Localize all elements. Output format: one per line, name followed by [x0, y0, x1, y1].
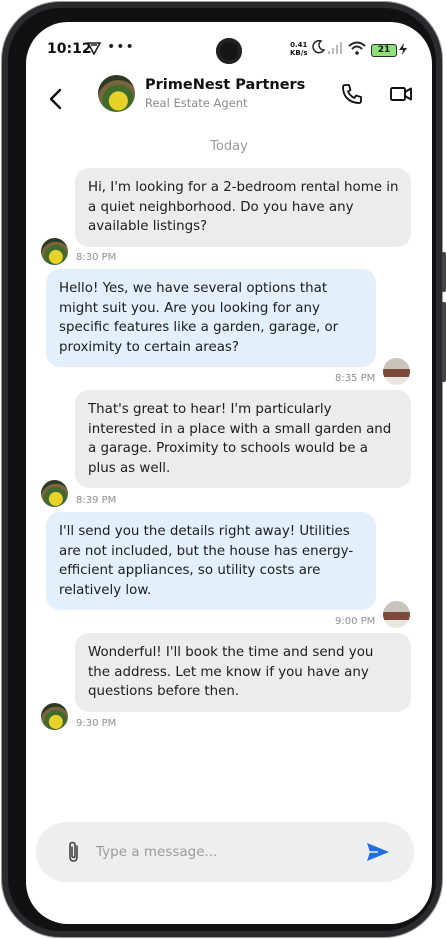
- phone-bezel: 10:12 ••• 0.41 KB/s 21 PrimeNest Partner…: [8, 8, 436, 931]
- contact-role: Real Estate Agent: [145, 96, 248, 110]
- message-time: 8:30 PM: [76, 252, 117, 263]
- network-speed-value: 0.41: [290, 41, 308, 49]
- message-time: 9:00 PM: [335, 616, 376, 627]
- message-bubble-sent[interactable]: That's great to hear! I'm particularly i…: [75, 390, 411, 489]
- message-time: 8:35 PM: [335, 373, 376, 384]
- charging-icon: [399, 43, 407, 58]
- message-avatar: [383, 601, 410, 628]
- contact-name[interactable]: PrimeNest Partners: [145, 77, 305, 93]
- message-bubble-sent[interactable]: Wonderful! I'll book the time and send y…: [75, 633, 411, 712]
- network-speed-unit: KB/s: [290, 49, 308, 57]
- message-avatar: [41, 238, 68, 265]
- phone-frame: 10:12 ••• 0.41 KB/s 21 PrimeNest Partner…: [2, 2, 446, 937]
- battery-indicator: 21: [371, 44, 397, 57]
- screen: 10:12 ••• 0.41 KB/s 21 PrimeNest Partner…: [26, 22, 432, 924]
- attachment-icon[interactable]: [64, 840, 84, 864]
- message-avatar: [41, 703, 68, 730]
- wifi-icon: [348, 41, 366, 58]
- message-bubble-sent[interactable]: Hi, I'm looking for a 2-bedroom rental h…: [75, 168, 411, 247]
- message-bubble-received[interactable]: I'll send you the details right away! Ut…: [46, 512, 376, 611]
- message-composer: [36, 822, 414, 882]
- message-avatar: [41, 480, 68, 507]
- back-arrow-icon[interactable]: [44, 82, 66, 114]
- network-speed: 0.41 KB/s: [290, 41, 307, 57]
- message-time: 9:30 PM: [76, 718, 117, 729]
- message-avatar: [383, 358, 410, 385]
- front-camera: [216, 38, 242, 64]
- contact-avatar[interactable]: [98, 75, 135, 112]
- phone-icon[interactable]: [340, 82, 366, 108]
- more-icon: •••: [107, 39, 135, 55]
- message-bubble-received[interactable]: Hello! Yes, we have several options that…: [46, 269, 376, 368]
- message-time: 8:39 PM: [76, 495, 117, 506]
- volume-button: [442, 252, 446, 292]
- vpn-icon: [86, 42, 102, 58]
- day-divider: Today: [210, 139, 248, 154]
- message-input[interactable]: [96, 836, 346, 868]
- status-bar: 10:12 ••• 0.41 KB/s 21: [26, 22, 432, 70]
- power-button: [442, 302, 446, 382]
- send-icon[interactable]: [365, 841, 391, 863]
- chat-header: PrimeNest Partners Real Estate Agent: [26, 74, 432, 124]
- status-time: 10:12: [47, 41, 92, 57]
- signal-icon: [328, 42, 344, 57]
- video-icon[interactable]: [389, 82, 415, 108]
- moon-icon: [312, 39, 326, 57]
